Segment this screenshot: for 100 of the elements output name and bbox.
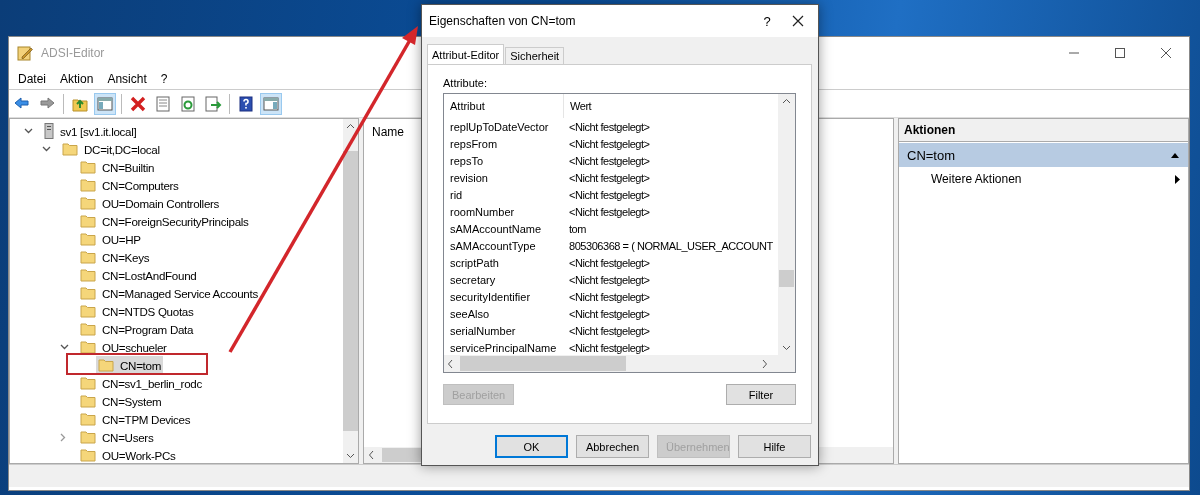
tree-item[interactable]: CN=ForeignSecurityPrincipals [78,212,251,230]
folder-icon [80,448,96,462]
scrollbar[interactable] [778,94,795,355]
table-cell-text: <Nicht festgelegt> [568,307,650,320]
folder-icon [80,196,96,210]
folder-icon [80,376,96,390]
scrollbar[interactable] [343,119,358,463]
tree-item[interactable]: CN=System [78,392,164,410]
dialog-title: Eigenschaften von CN=tom [429,14,576,28]
table-cell-text: repsTo [449,154,485,167]
folder-icon [80,214,96,228]
menu-item[interactable]: Datei [11,72,53,86]
attribute-list[interactable] [443,93,796,373]
table-cell-text: seeAlso [449,307,491,320]
dialog-button[interactable]: Abbrechen [576,435,649,458]
dialog-button[interactable]: Filter [726,384,796,405]
table-cell-text: revision [449,171,489,184]
tree-item[interactable]: OU=Work-PCs [78,446,178,464]
table-cell-text: <Nicht festgelegt> [568,341,650,354]
folder-icon [80,394,96,408]
menu-item[interactable]: Ansicht [100,72,154,86]
table-cell-text: roomNumber [449,205,516,218]
actions-section[interactable]: CN=tom [899,143,1188,167]
folder-icon [80,304,96,318]
table-cell-text: <Nicht festgelegt> [568,273,650,286]
table-cell-text: rid [449,188,464,201]
table-cell-text: <Nicht festgelegt> [568,154,650,167]
table-cell-text: sAMAccountName [449,222,543,235]
help-button[interactable]: ? [752,13,782,29]
table-cell-text: <Nicht festgelegt> [568,137,650,150]
folder-icon [80,412,96,426]
column-header[interactable]: Attribut [444,94,564,118]
menu-item[interactable]: Aktion [53,72,101,86]
triangle-up-icon[interactable] [1170,152,1180,158]
chevron-down-icon[interactable] [42,146,51,152]
table-cell-text: <Nicht festgelegt> [568,120,650,133]
tree-item[interactable]: CN=TPM Devices [78,410,193,428]
tree-item[interactable]: CN=Users [78,428,156,446]
table-cell-text: serialNumber [449,324,517,337]
window-title: ADSI-Editor [41,46,105,60]
tree-item[interactable]: CN=Builtin [78,158,157,176]
table-cell-text: servicePrincipalName [449,341,558,354]
table-cell-text: securityIdentifier [449,290,532,303]
folder-icon [80,286,96,300]
folder-icon [80,250,96,264]
table-cell-text: sAMAccountType [449,239,537,252]
folder-icon [80,268,96,282]
actions-header: Aktionen [899,119,1188,142]
menu-item[interactable]: ? [153,72,175,86]
tree-item[interactable]: CN=Program Data [78,320,196,338]
dialog-button[interactable]: OK [495,435,568,458]
table-cell-text: <Nicht festgelegt> [568,290,650,303]
table-cell-text: <Nicht festgelegt> [568,324,650,337]
scrollbar[interactable] [444,355,795,372]
tree-item[interactable]: OU=HP [78,230,143,248]
folder-icon [80,340,96,354]
folder-icon [80,322,96,336]
folder-icon [80,178,96,192]
tree-item[interactable]: OU=schueler [78,338,169,356]
dialog-button[interactable]: Hilfe [738,435,811,458]
table-cell-text: <Nicht festgelegt> [568,171,650,184]
tree-item[interactable]: OU=Domain Controllers [78,194,222,212]
folder-icon [80,160,96,174]
chevron-right-icon[interactable] [60,432,66,442]
tab[interactable]: Attribut-Editor [427,44,505,64]
action-item[interactable]: Weitere Aktionen [899,167,1188,191]
server-icon [44,123,54,139]
folder-icon [80,430,96,444]
table-cell-text: repsFrom [449,137,499,150]
tab[interactable]: Sicherheit [505,47,565,64]
tree-item[interactable]: DC=it,DC=local [60,140,162,158]
table-cell-text: <Nicht festgelegt> [568,205,650,218]
table-cell-text: scriptPath [449,256,500,269]
folder-icon [62,142,78,156]
table-cell-text: secretary [449,273,497,286]
app-icon [17,45,33,61]
table-cell-text: <Nicht festgelegt> [568,256,650,269]
tree-item[interactable]: CN=sv1_berlin_rodc [78,374,204,392]
folder-icon [80,232,96,246]
close-icon[interactable] [792,15,804,27]
chevron-down-icon[interactable] [60,344,69,350]
panel-icon[interactable] [94,92,116,115]
tree-item[interactable]: CN=tom [96,356,164,374]
triangle-right-icon[interactable] [1175,174,1180,184]
scroll-thumb[interactable] [779,270,794,287]
tree-item[interactable]: CN=LostAndFound [78,266,199,284]
column-header[interactable]: Wert [564,94,592,118]
table-cell-text: 805306368 = ( NORMAL_USER_ACCOUNT [568,239,773,252]
chevron-down-icon[interactable] [24,128,33,134]
column-header[interactable]: Name [372,125,404,139]
list-label: Attribute: [443,77,489,91]
table-cell-text: <Nicht festgelegt> [568,188,650,201]
table-cell-text: replUpToDateVector [449,120,550,133]
tree-item[interactable]: CN=NTDS Quotas [78,302,196,320]
table-cell-text: tom [568,222,586,235]
tree-item[interactable]: CN=Keys [78,248,152,266]
tree-item[interactable]: CN=Managed Service Accounts [78,284,260,302]
folder-icon [98,358,114,372]
tree-item[interactable]: sv1 [sv1.it.local] [42,122,139,140]
tree-item[interactable]: CN=Computers [78,176,181,194]
